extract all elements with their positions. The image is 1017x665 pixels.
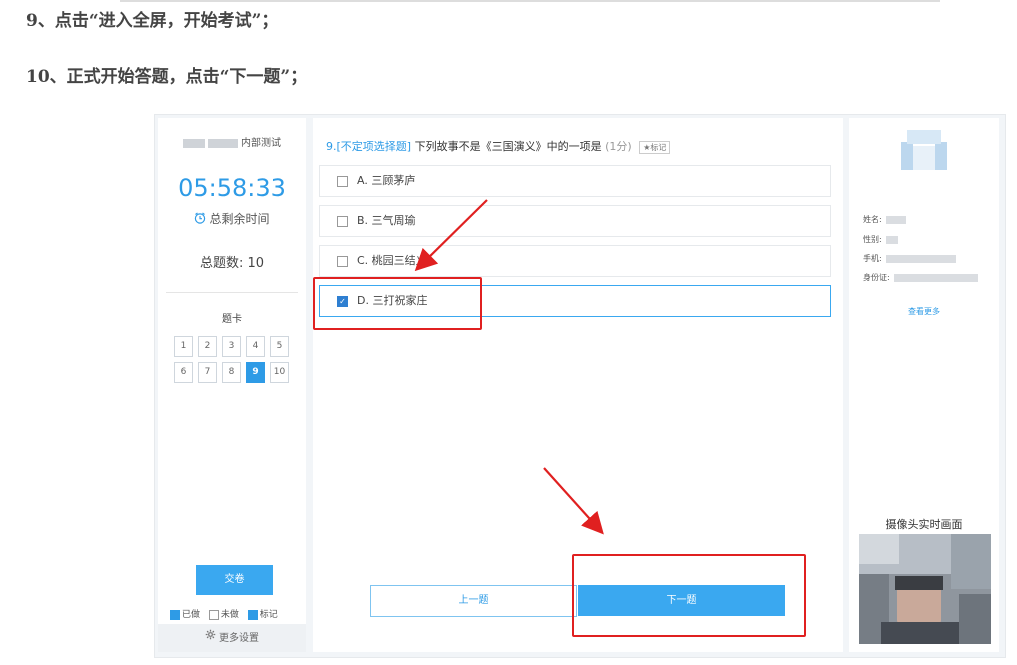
annotation-arrows bbox=[414, 199, 604, 535]
arrow-to-next-button bbox=[543, 467, 604, 535]
arrow-to-option-d bbox=[414, 199, 488, 272]
